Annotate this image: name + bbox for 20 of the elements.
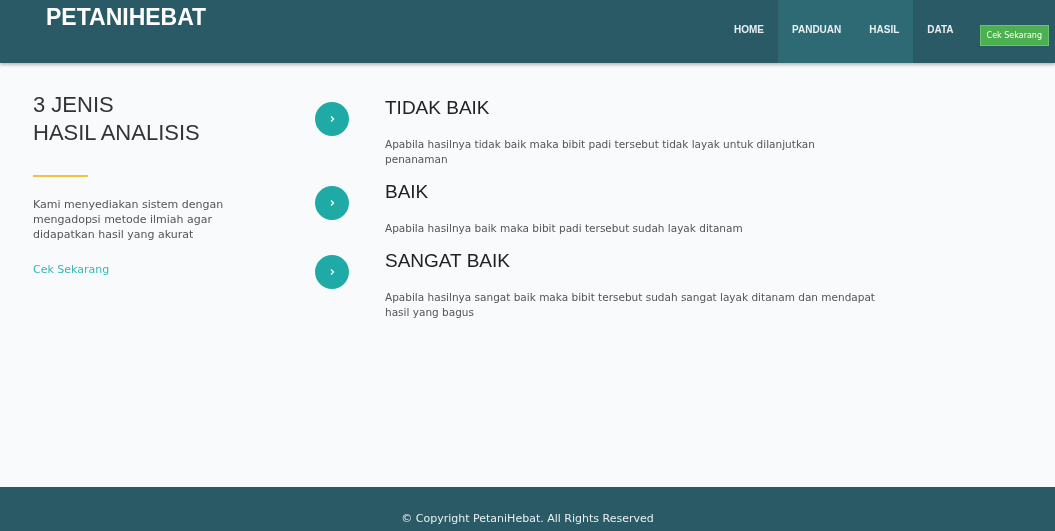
- chevron-circle-icon: [315, 255, 349, 289]
- cek-sekarang-button[interactable]: Cek Sekarang: [979, 25, 1049, 46]
- intro-text: Kami menyediakan sistem dengan mengadopsi metode ilmiah agar didapatkan hasil yang akurat: [33, 197, 225, 242]
- brand-logo[interactable]: PETANIHEBAT: [46, 4, 207, 31]
- result-title: TIDAK BAIK: [385, 97, 491, 119]
- nav-link[interactable]: DATA: [913, 0, 968, 63]
- result-title: SANGAT BAIK: [385, 250, 511, 272]
- result-title: BAIK: [385, 181, 430, 203]
- result-text: Apabila hasilnya sangat baik maka bibit tersebut sudah sangat layak ditanam dan mendapat hasil yang bagus: [385, 290, 875, 320]
- accent-rule: [33, 175, 88, 177]
- heading-line: 3 JENIS: [33, 91, 115, 119]
- result-text: Apabila hasilnya baik maka bibit padi tersebut sudah layak ditanam: [385, 221, 744, 236]
- nav-link[interactable]: HOME: [720, 0, 778, 63]
- copyright-text: © Copyright PetaniHebat. All Rights Reserved: [401, 512, 654, 525]
- chevron-circle-icon: [315, 186, 349, 220]
- chevron-circle-icon: [315, 102, 349, 136]
- nav-link[interactable]: HASIL: [855, 0, 914, 63]
- nav-link[interactable]: PANDUAN: [778, 0, 856, 63]
- result-text: Apabila hasilnya tidak baik maka bibit padi tersebut tidak layak untuk dilanjutkan penanaman: [385, 137, 816, 167]
- heading-line: HASIL ANALISIS: [33, 119, 201, 147]
